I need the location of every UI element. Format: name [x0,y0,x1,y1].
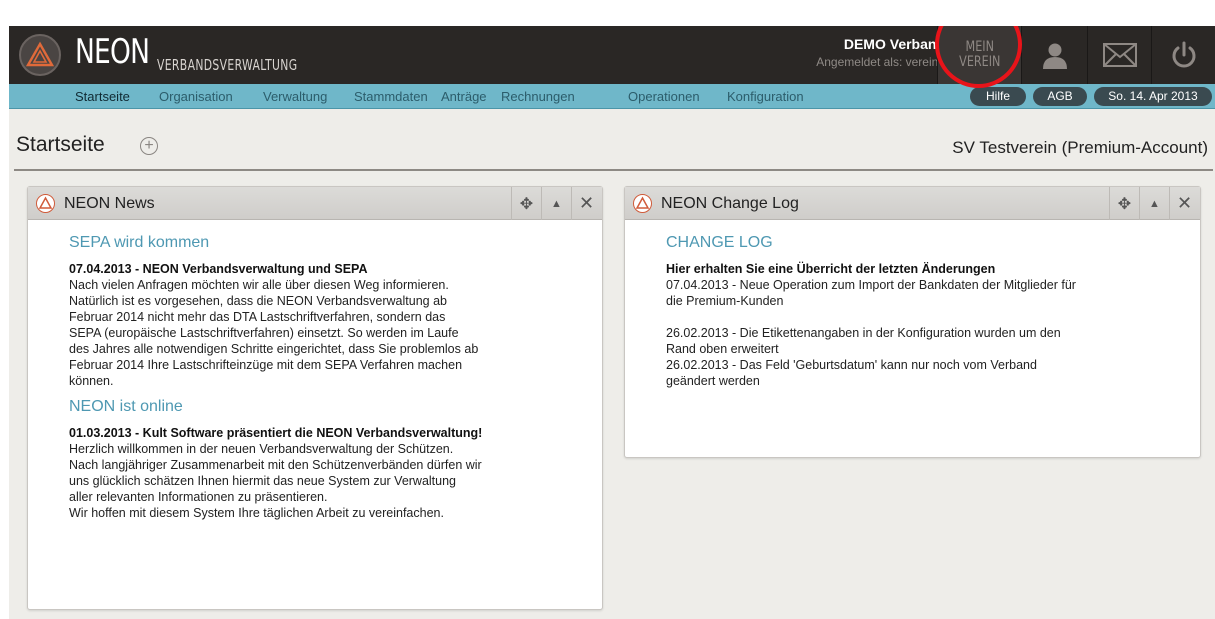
collapse-icon[interactable]: ▲ [541,187,571,220]
news-line: des Jahres alle notwendigen Schritte ein… [69,342,479,356]
news-panel-header[interactable]: NEON News ✥ ▲ ✕ [28,187,602,220]
mein-verein-label-2: VEREIN [958,54,1001,70]
news-line: Herzlich willkommen in der neuen Verband… [69,442,454,456]
login-info: Angemeldet als: verein2 [816,55,945,69]
mein-verein-button[interactable]: MEIN VEREIN [937,26,1021,84]
page-title: Startseite [16,133,105,156]
nav-antraege[interactable]: Anträge [441,89,487,104]
mein-verein-label-1: MEIN [965,39,994,55]
changelog-line: 26.02.2013 - Das Feld 'Geburtsdatum' kan… [666,358,1037,372]
news-line: Nach vielen Anfragen möchten wir alle üb… [69,278,449,292]
user-button[interactable] [1021,26,1087,84]
date-badge: So. 14. Apr 2013 [1094,87,1212,106]
news-line: aller relevanten Informationen zu präsen… [69,490,328,504]
news-line: SEPA (europäische Lastschriftverfahren) … [69,326,459,340]
news-panel-title: NEON News [64,195,155,212]
nav-operationen[interactable]: Operationen [628,89,700,104]
org-name: DEMO Verband [843,36,945,52]
logo-name: NEON [75,32,150,72]
changelog-panel: NEON Change Log ✥ ▲ ✕ CHANGE LOG Hier er… [624,186,1201,458]
nav-stammdaten[interactable]: Stammdaten [354,89,428,104]
user-icon [1042,43,1067,69]
add-icon[interactable]: + [140,137,158,155]
move-icon[interactable]: ✥ [511,187,541,220]
changelog-line: die Premium-Kunden [666,294,784,308]
header-divider [14,169,1213,171]
news-panel: NEON News ✥ ▲ ✕ SEPA wird kommen 07.04.2… [27,186,603,610]
nav-rechnungen[interactable]: Rechnungen [501,89,575,104]
mail-button[interactable] [1087,26,1151,84]
move-icon[interactable]: ✥ [1109,187,1139,220]
nav-organisation[interactable]: Organisation [159,89,233,104]
changelog-heading: CHANGE LOG [666,234,773,251]
news-line: Natürlich ist es vorgesehen, dass die NE… [69,294,447,308]
collapse-icon[interactable]: ▲ [1139,187,1169,220]
changelog-panel-title: NEON Change Log [661,195,799,212]
news-line: Nach langjähriger Zusammenarbeit mit den… [69,458,482,472]
changelog-line: 07.04.2013 - Neue Operation zum Import d… [666,278,1076,292]
close-icon[interactable]: ✕ [1169,187,1199,220]
account-name: SV Testverein (Premium-Account) [952,138,1208,157]
power-icon [1172,41,1195,68]
news-panel-body: SEPA wird kommen 07.04.2013 - NEON Verba… [28,234,602,521]
news-heading: SEPA wird kommen [69,234,210,251]
news-line: Wir hoffen mit diesem System Ihre täglic… [69,506,444,520]
changelog-panel-body: CHANGE LOG Hier erhalten Sie eine Überri… [625,234,1200,389]
neon-logo-icon[interactable] [19,34,61,76]
top-bar: NEON VERBANDSVERWALTUNG DEMO Verband Ang… [9,26,1215,84]
news-item-title: 07.04.2013 - NEON Verbandsverwaltung und… [69,262,368,276]
nav-konfiguration[interactable]: Konfiguration [727,89,804,104]
main-nav: Startseite Organisation Verwaltung Stamm… [9,84,1215,109]
changelog-line: 26.02.2013 - Die Etikettenangaben in der… [666,326,1061,340]
news-line: können. [69,374,114,388]
news-item-title: 01.03.2013 - Kult Software präsentiert d… [69,426,483,440]
mail-icon [1102,43,1137,67]
logout-button[interactable] [1151,26,1215,84]
app-frame: NEON VERBANDSVERWALTUNG DEMO Verband Ang… [9,26,1215,619]
help-button[interactable]: Hilfe [970,87,1026,106]
logo-subtitle: VERBANDSVERWALTUNG [157,56,298,74]
news-line: uns glücklich schätzen Ihnen hiermit das… [69,474,457,488]
nav-verwaltung[interactable]: Verwaltung [263,89,327,104]
changelog-intro: Hier erhalten Sie eine Überricht der let… [666,262,996,276]
neon-logo-icon [633,194,652,213]
changelog-panel-header[interactable]: NEON Change Log ✥ ▲ ✕ [625,187,1200,220]
nav-startseite[interactable]: Startseite [75,89,130,104]
close-icon[interactable]: ✕ [571,187,601,220]
changelog-line: Rand oben erweitert [666,342,779,356]
news-line: Februar 2014 Ihre Lastschrifteinzüge mit… [69,358,463,372]
news-line: Februar 2014 nicht mehr das DTA Lastschr… [69,310,446,324]
neon-logo-icon [36,194,55,213]
news-heading: NEON ist online [69,398,183,415]
changelog-line: geändert werden [666,374,760,388]
agb-button[interactable]: AGB [1033,87,1087,106]
